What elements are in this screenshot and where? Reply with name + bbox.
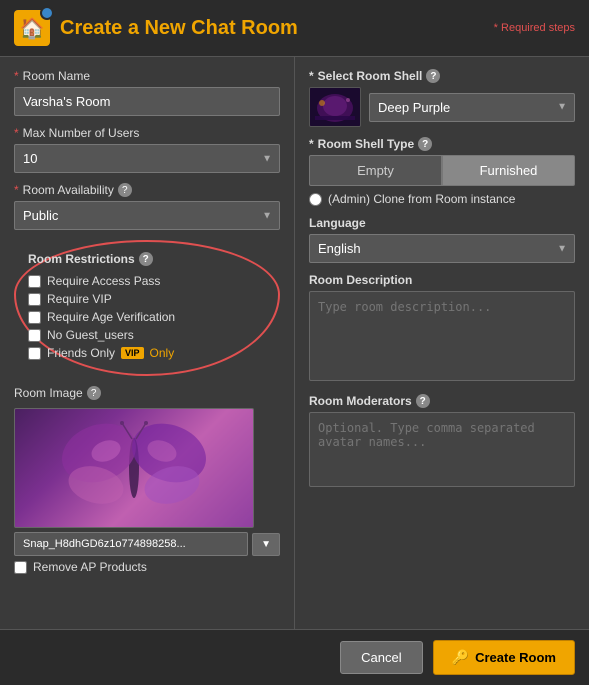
butterfly-svg — [44, 413, 224, 523]
create-room-label: Create Room — [475, 650, 556, 665]
avatar-indicator — [40, 6, 54, 20]
no-guest-checkbox[interactable] — [28, 329, 41, 342]
cancel-button[interactable]: Cancel — [340, 641, 422, 674]
room-availability-select-wrapper: Public Private — [14, 201, 280, 230]
required-note: * Required steps — [494, 22, 575, 34]
shell-type-label: * Room Shell Type ? — [309, 137, 575, 151]
shell-type-section: * Room Shell Type ? Empty Furnished (Adm… — [309, 137, 575, 206]
room-moderators-label: Room Moderators ? — [309, 394, 575, 408]
shell-type-buttons: Empty Furnished — [309, 155, 575, 186]
room-moderators-section: Room Moderators ? — [309, 394, 575, 490]
vip-badge: VIP — [121, 347, 144, 359]
room-availability-select[interactable]: Public Private — [14, 201, 280, 230]
shell-type-empty-button[interactable]: Empty — [309, 155, 442, 186]
clone-row: (Admin) Clone from Room instance — [309, 192, 575, 206]
max-users-select-wrapper: 10 20 50 — [14, 144, 280, 173]
select-shell-help-icon[interactable]: ? — [426, 69, 440, 83]
restriction-access-pass: Require Access Pass — [28, 274, 266, 288]
footer-bar: Cancel 🔑 Create Room — [0, 629, 589, 685]
only-text: Only — [150, 346, 175, 360]
room-moderators-textarea[interactable] — [309, 412, 575, 487]
shell-type-help-icon[interactable]: ? — [418, 137, 432, 151]
moderators-help-icon[interactable]: ? — [416, 394, 430, 408]
room-image-label: Room Image ? — [14, 386, 280, 400]
language-label: Language — [309, 216, 575, 230]
app-icon: 🏠 — [14, 10, 50, 46]
room-image-preview — [14, 408, 254, 528]
remove-ap-row: Remove AP Products — [14, 560, 280, 574]
restriction-vip: Require VIP — [28, 292, 266, 306]
max-users-label: * Max Number of Users — [14, 126, 280, 140]
access-pass-checkbox[interactable] — [28, 275, 41, 288]
max-users-section: * Max Number of Users 10 20 50 — [14, 126, 280, 173]
content-area: * Room Name * Max Number of Users 10 20 … — [0, 57, 589, 629]
room-availability-help-icon[interactable]: ? — [118, 183, 132, 197]
clone-radio[interactable] — [309, 193, 322, 206]
remove-ap-label: Remove AP Products — [33, 560, 147, 574]
room-restrictions-box: Room Restrictions ? Require Access Pass … — [14, 240, 280, 376]
right-panel: * Select Room Shell ? — [295, 57, 589, 629]
shell-thumbnail — [309, 87, 361, 127]
language-select-wrapper: English Spanish French German — [309, 234, 575, 263]
restriction-age: Require Age Verification — [28, 310, 266, 324]
dialog-title: Create a New Chat Room — [60, 17, 298, 40]
room-name-label: * Room Name — [14, 69, 280, 83]
select-shell-section: * Select Room Shell ? — [309, 69, 575, 127]
require-age-checkbox[interactable] — [28, 311, 41, 324]
clone-label: (Admin) Clone from Room instance — [328, 192, 515, 206]
title-bar: 🏠 Create a New Chat Room * Required step… — [0, 0, 589, 57]
max-users-select[interactable]: 10 20 50 — [14, 144, 280, 173]
restriction-no-guest: No Guest_users — [28, 328, 266, 342]
friends-only-checkbox[interactable] — [28, 347, 41, 360]
select-shell-label: * Select Room Shell ? — [309, 69, 575, 83]
create-room-icon: 🔑 — [452, 649, 469, 666]
image-name-select[interactable]: Snap_H8dhGD6z1o774898258... — [14, 532, 248, 556]
image-select-row: Snap_H8dhGD6z1o774898258... ▼ — [14, 532, 280, 556]
require-vip-checkbox[interactable] — [28, 293, 41, 306]
restrictions-title: Room Restrictions ? — [28, 252, 266, 266]
remove-ap-checkbox[interactable] — [14, 561, 27, 574]
room-image-section: Room Image ? — [14, 386, 280, 574]
shell-select[interactable]: Deep Purple Blue Ocean Green Forest — [369, 93, 575, 122]
room-image-help-icon[interactable]: ? — [87, 386, 101, 400]
shell-thumb-svg — [310, 88, 360, 126]
room-description-label: Room Description — [309, 273, 575, 287]
restrictions-help-icon[interactable]: ? — [139, 252, 153, 266]
shell-select-wrapper: Deep Purple Blue Ocean Green Forest — [369, 93, 575, 122]
room-description-section: Room Description — [309, 273, 575, 384]
room-name-section: * Room Name — [14, 69, 280, 116]
room-name-input[interactable] — [14, 87, 280, 116]
shell-preview-row: Deep Purple Blue Ocean Green Forest — [309, 87, 575, 127]
language-section: Language English Spanish French German — [309, 216, 575, 263]
language-select[interactable]: English Spanish French German — [309, 234, 575, 263]
create-room-button[interactable]: 🔑 Create Room — [433, 640, 575, 675]
room-availability-label: * Room Availability ? — [14, 183, 280, 197]
image-dropdown-button[interactable]: ▼ — [252, 533, 280, 556]
room-availability-section: * Room Availability ? Public Private — [14, 183, 280, 230]
room-description-textarea[interactable] — [309, 291, 575, 381]
left-panel: * Room Name * Max Number of Users 10 20 … — [0, 57, 295, 629]
shell-type-furnished-button[interactable]: Furnished — [442, 155, 575, 186]
restriction-friends-only: Friends Only VIP Only — [28, 346, 266, 360]
